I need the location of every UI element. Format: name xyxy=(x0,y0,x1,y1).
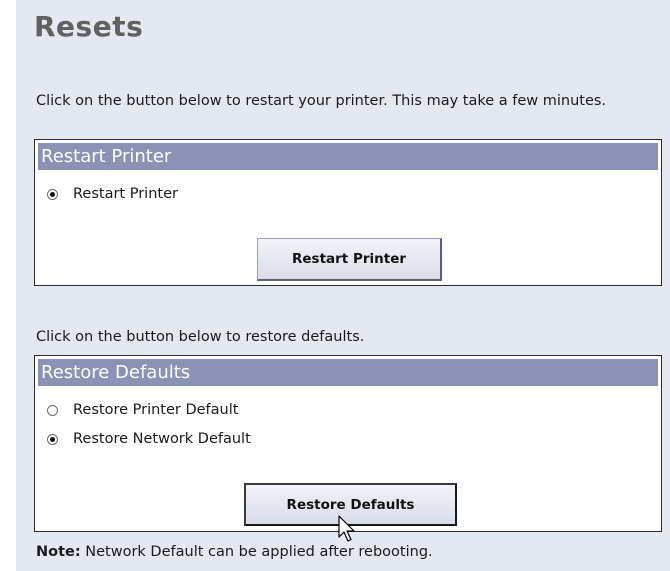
note-text: Note: Network Default can be applied aft… xyxy=(36,544,433,560)
radio-label-restore-network-default: Restore Network Default xyxy=(73,431,251,447)
restart-printer-button[interactable]: Restart Printer xyxy=(257,238,442,281)
radio-label-restart-printer: Restart Printer xyxy=(73,186,178,202)
radio-restart-printer[interactable] xyxy=(47,188,58,200)
note-body: Network Default can be applied after reb… xyxy=(80,544,433,560)
page-title: Resets xyxy=(34,10,144,43)
restore-network-default-option[interactable]: Restore Network Default xyxy=(47,431,251,447)
restart-printer-section: Restart Printer Restart Printer Restart … xyxy=(34,139,662,286)
restore-printer-default-option[interactable]: Restore Printer Default xyxy=(47,402,238,418)
restart-intro-text: Click on the button below to restart you… xyxy=(36,93,607,109)
radio-restore-printer-default[interactable] xyxy=(47,404,58,416)
restore-intro-text: Click on the button below to restore def… xyxy=(36,329,365,345)
note-label: Note: xyxy=(36,544,81,560)
radio-label-restore-printer-default: Restore Printer Default xyxy=(73,402,239,418)
restore-defaults-section: Restore Defaults Restore Printer Default… xyxy=(34,355,662,532)
mouse-pointer-icon xyxy=(338,515,355,542)
restart-printer-header: Restart Printer xyxy=(38,143,658,170)
restart-printer-option[interactable]: Restart Printer xyxy=(47,186,178,202)
radio-restore-network-default[interactable] xyxy=(47,433,58,445)
restore-defaults-header: Restore Defaults xyxy=(38,359,658,386)
